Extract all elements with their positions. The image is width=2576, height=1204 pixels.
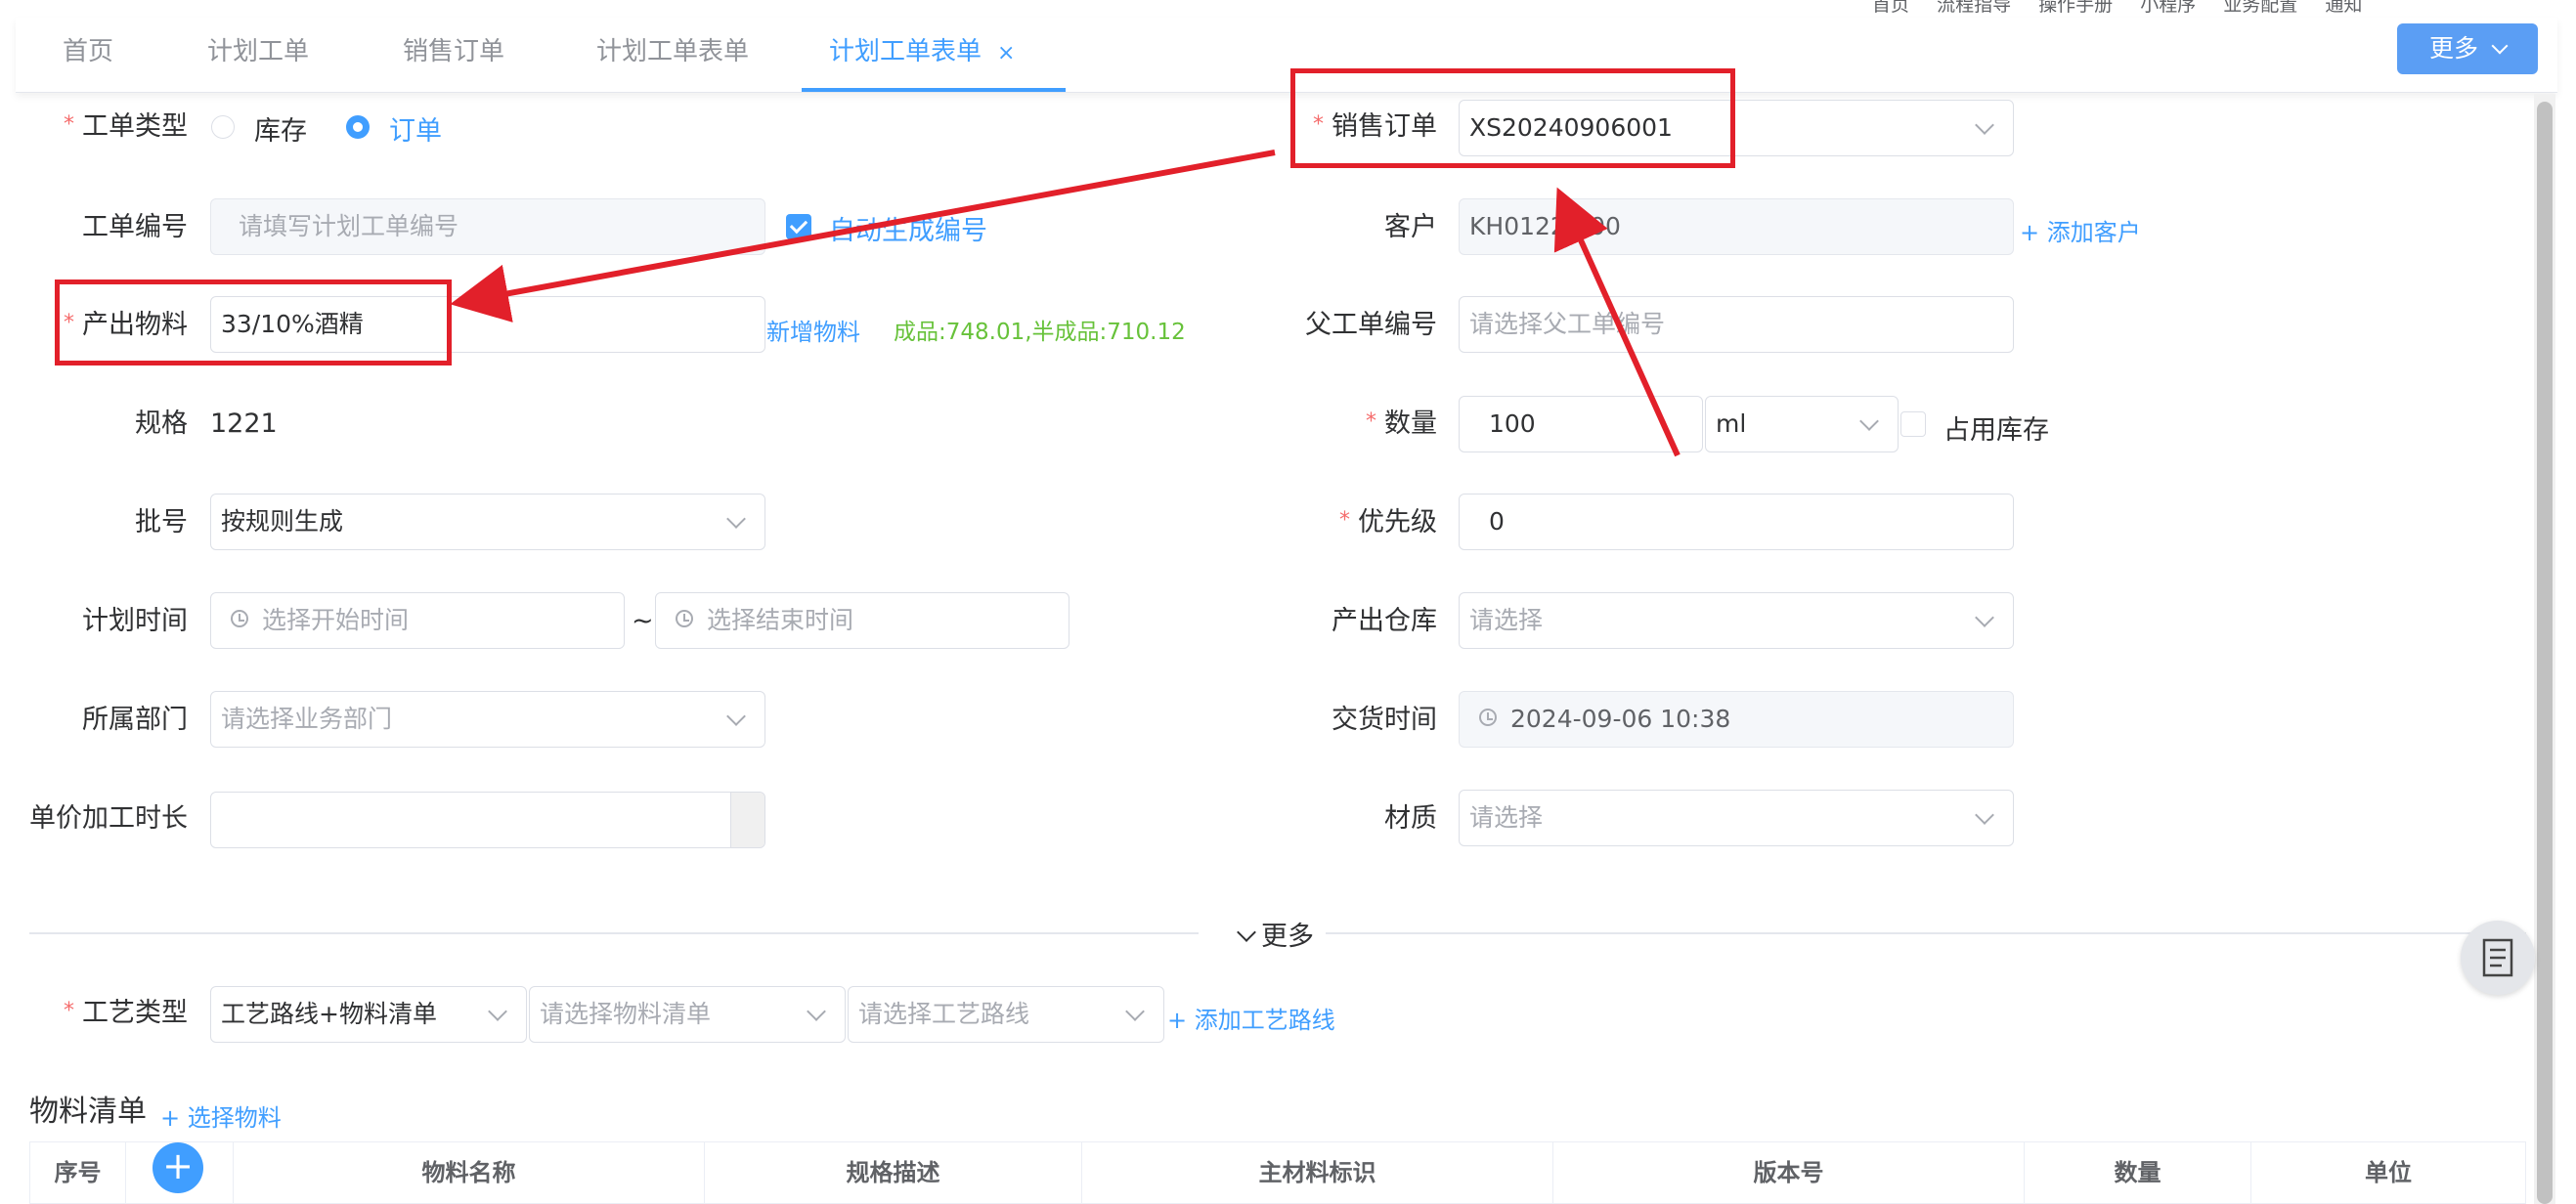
annotation-arrows <box>450 150 1681 457</box>
arrow-to-sales-order <box>1553 187 1681 457</box>
arrow-to-material <box>450 150 1276 322</box>
